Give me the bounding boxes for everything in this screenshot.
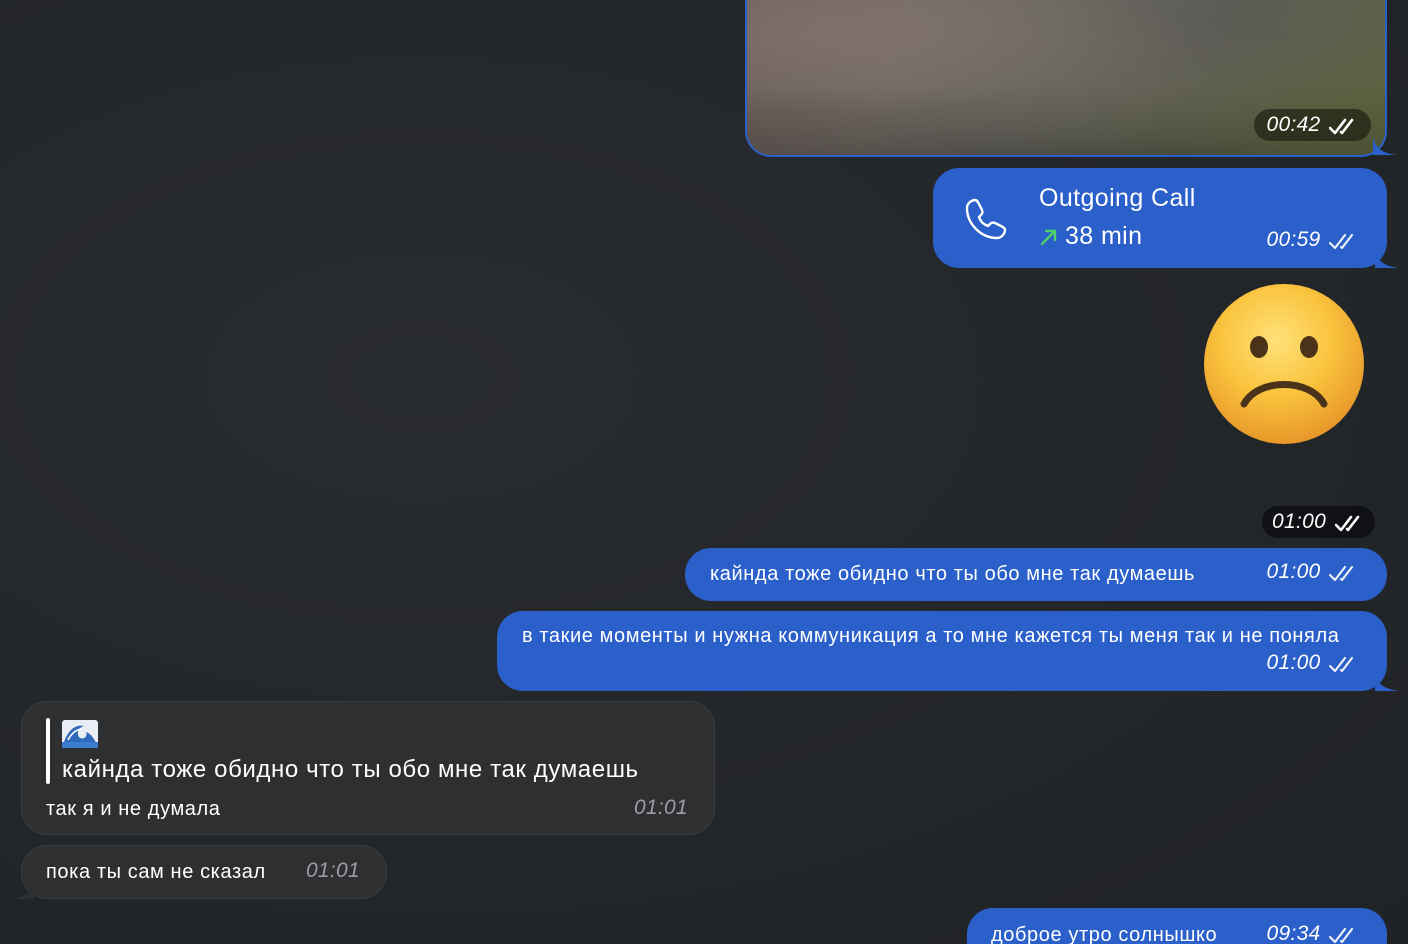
message-text: пока ты сам не сказал bbox=[46, 861, 266, 883]
message-meta: 01:01 bbox=[634, 796, 688, 820]
incoming-message[interactable]: кайнда тоже обидно что ты обо мне так ду… bbox=[21, 701, 715, 835]
message-time: 01:01 bbox=[633, 796, 688, 819]
message-time: 01:00 bbox=[1266, 651, 1321, 674]
double-check-icon bbox=[1334, 515, 1359, 532]
message-text: в такие моменты и нужна коммуникация а т… bbox=[522, 625, 1340, 647]
message-time: 00:42 bbox=[1266, 113, 1321, 136]
message-text: так я и не думала bbox=[46, 798, 221, 820]
bubble-tail bbox=[1375, 250, 1399, 268]
bubble-tail bbox=[1375, 673, 1399, 691]
wave-emoji bbox=[62, 720, 98, 748]
outgoing-message[interactable]: доброе утро солнышко 09:34 bbox=[967, 908, 1387, 944]
call-duration-row: 38 min bbox=[1039, 222, 1142, 251]
message-time: 01:00 bbox=[1266, 560, 1321, 583]
double-check-icon bbox=[1329, 565, 1354, 581]
double-check-icon bbox=[1329, 233, 1354, 249]
message-meta: 01:00 bbox=[1262, 506, 1375, 538]
call-message[interactable]: Outgoing Call 38 min 00:59 bbox=[933, 168, 1399, 268]
outgoing-message[interactable]: в такие моменты и нужна коммуникация а т… bbox=[497, 611, 1399, 691]
outgoing-message[interactable]: кайнда тоже обидно что ты обо мне так ду… bbox=[685, 548, 1387, 601]
message-text: кайнда тоже обидно что ты обо мне так ду… bbox=[710, 563, 1196, 585]
outgoing-arrow-icon bbox=[1040, 229, 1057, 245]
phone-icon[interactable] bbox=[961, 194, 1011, 244]
message-meta: 01:01 bbox=[306, 859, 360, 883]
message-time: 01:00 bbox=[1272, 510, 1327, 533]
call-title: Outgoing Call bbox=[1039, 184, 1196, 212]
message-meta: 00:42 bbox=[1254, 109, 1371, 141]
message-time: 00:59 bbox=[1266, 228, 1321, 251]
message-text: доброе утро солнышко bbox=[991, 924, 1218, 944]
message-meta: 00:59 bbox=[1266, 228, 1359, 252]
reply-quote-text[interactable]: кайнда тоже обидно что ты обо мне так ду… bbox=[62, 756, 639, 784]
incoming-message[interactable]: пока ты сам не сказал 01:01 bbox=[10, 845, 387, 899]
bubble-tail bbox=[1373, 137, 1397, 155]
message-meta: 01:00 bbox=[1266, 560, 1359, 584]
photo-message[interactable]: 00:42 bbox=[745, 0, 1397, 157]
message-time: 09:34 bbox=[1266, 922, 1321, 944]
double-check-icon bbox=[1329, 118, 1354, 135]
bubble-tail bbox=[10, 881, 34, 899]
message-meta: 09:34 bbox=[1266, 922, 1359, 944]
reply-quote-bar bbox=[46, 718, 50, 784]
message-meta: 01:00 bbox=[1266, 651, 1359, 675]
message-time: 01:01 bbox=[305, 859, 360, 882]
double-check-icon bbox=[1329, 927, 1354, 943]
double-check-icon bbox=[1329, 656, 1354, 672]
chat-history[interactable]: 00:42 Outgoing Call 38 min 00:59 01:00 к… bbox=[0, 0, 1408, 944]
call-duration: 38 min bbox=[1065, 222, 1143, 250]
frowning-face-sticker[interactable] bbox=[1198, 280, 1370, 452]
